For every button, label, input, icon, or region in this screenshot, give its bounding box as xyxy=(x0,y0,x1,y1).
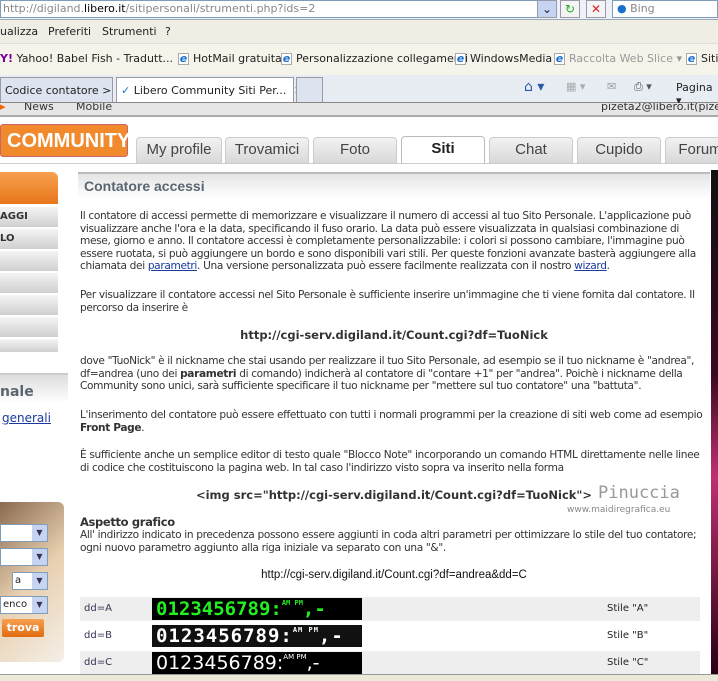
fav-personalizzazione[interactable]: e Personalizzazione collegamenti xyxy=(281,52,468,65)
menu-strumenti[interactable]: Strumenti xyxy=(102,25,157,38)
tab-cupido[interactable]: Cupido xyxy=(577,137,661,163)
paragraph-tuonick: dove "TuoNick" è il nickname che stai us… xyxy=(80,355,695,393)
search-photo-box: ▼ ▼ a ▼ enco ▼ trova xyxy=(0,502,64,662)
chevron-down-icon: ▼ xyxy=(32,597,47,613)
user-email: pizeta2@libero.it(pizeta xyxy=(601,103,718,113)
counter-preview-b: 0123456789:AM PM,- xyxy=(152,625,362,647)
style-row-b: dd=B 0123456789:AM PM,- Stile "B" xyxy=(84,625,649,647)
example-url: http://cgi-serv.digiland.it/Count.cgi?df… xyxy=(261,569,527,581)
tab-forum[interactable]: Forum xyxy=(665,137,718,163)
fav-siti[interactable]: e Siti xyxy=(686,52,718,65)
chevron-down-icon: ▼ xyxy=(32,549,47,565)
fav-windowsmedia[interactable]: e WindowsMedia xyxy=(455,52,552,65)
url-input[interactable]: http://digiland.libero.it/sitipersonali/… xyxy=(0,0,552,18)
refresh-icon[interactable]: ↻ xyxy=(560,0,580,18)
counter-url: http://cgi-serv.digiland.it/Count.cgi?df… xyxy=(240,328,548,342)
menu-bar: ualizza Preferiti Strumenti ? xyxy=(0,20,718,44)
sidebar-header xyxy=(0,172,58,204)
paragraph-path: Per visualizzare il contatore accessi ne… xyxy=(80,289,695,314)
tab-trovamici[interactable]: Trovamici xyxy=(225,137,309,163)
sidebar-section-title: nale xyxy=(0,373,68,403)
ie-icon: e xyxy=(554,52,565,65)
watermark: Pinuccia xyxy=(598,483,680,503)
sidebar-link-generali[interactable]: generali xyxy=(2,411,51,425)
mail-icon[interactable]: ✉ xyxy=(607,80,616,93)
print-icon[interactable]: ⎙ ▾ xyxy=(634,80,652,94)
tab-chat[interactable]: Chat xyxy=(489,137,573,163)
fav-hotmail[interactable]: e HotMail gratuita xyxy=(178,52,282,65)
sidebar-item-3[interactable] xyxy=(0,251,58,272)
style-row-c: dd=C 0123456789:AM PM,- Stile "C" xyxy=(80,651,700,675)
nav-mobile[interactable]: Mobile xyxy=(76,103,112,113)
sidebar-item-4[interactable] xyxy=(0,273,58,294)
chevron-down-icon: ▼ xyxy=(32,525,47,541)
nav-news[interactable]: News xyxy=(24,103,54,113)
paragraph-aspetto: All' indirizzo indicato in precedenza po… xyxy=(80,529,697,554)
search-select-4[interactable]: enco ▼ xyxy=(0,596,48,614)
feeds-icon[interactable]: ▦ ▾ xyxy=(566,80,585,93)
watermark-url: www.maidiregrafica.eu xyxy=(567,505,671,515)
ie-icon: e xyxy=(281,52,292,65)
browser-tab-libero[interactable]: ✓ Libero Community Siti Per... ✕ xyxy=(116,77,303,102)
sidebar-item-5[interactable] xyxy=(0,295,58,316)
search-select-3[interactable]: a ▼ xyxy=(12,572,48,590)
tab-my-profile[interactable]: My profile xyxy=(136,137,222,163)
address-bar: http://digiland.libero.it/sitipersonali/… xyxy=(0,0,718,20)
search-select-1[interactable]: ▼ xyxy=(0,524,48,542)
tab-siti[interactable]: Siti xyxy=(401,136,485,164)
link-parametri[interactable]: parametri xyxy=(148,260,198,272)
ie-icon: e xyxy=(178,52,189,65)
sidebar-item-6[interactable] xyxy=(0,317,58,338)
counter-preview-a: 0123456789:AM PM,- xyxy=(152,598,362,620)
libero-icon: ✓ xyxy=(121,84,131,97)
fav-yahoo[interactable]: Y! Yahoo! Babel Fish - Tradutt... xyxy=(0,52,173,65)
counter-preview-c: 0123456789:AM PM,- xyxy=(152,652,362,674)
sidebar-item-7[interactable] xyxy=(0,339,58,353)
menu-help[interactable]: ? xyxy=(165,25,171,38)
bing-icon: ● xyxy=(617,2,627,15)
search-select-2[interactable]: ▼ xyxy=(0,548,48,566)
url-dropdown-button[interactable]: ⌄ xyxy=(537,0,557,18)
stop-icon[interactable]: ✕ xyxy=(586,0,606,18)
search-button[interactable]: trova xyxy=(2,619,44,637)
style-row-a: dd=A 0123456789:AM PM,- Stile "A" xyxy=(80,597,700,621)
search-input[interactable]: ● Bing xyxy=(612,0,718,18)
ie-icon: e xyxy=(455,52,466,65)
yahoo-icon: Y! xyxy=(0,52,13,65)
browser-tab-bar: Codice contatore > ... ✓ Libero Communit… xyxy=(0,75,718,107)
sidebar-item-2[interactable]: LO xyxy=(0,229,58,250)
paragraph-frontpage: L'inserimento del contatore può essere e… xyxy=(80,409,703,434)
chevron-down-icon: ▼ xyxy=(32,573,47,589)
new-tab-button[interactable] xyxy=(296,77,323,102)
paragraph-intro: Il contatore di accessi permette di memo… xyxy=(80,210,696,273)
menu-visualizza[interactable]: ualizza xyxy=(0,25,38,38)
home-icon[interactable]: ⌂ ▾ xyxy=(524,79,544,95)
community-logo[interactable]: COMMUNITY xyxy=(0,124,130,157)
fav-web-slice[interactable]: e Raccolta Web Slice ▾ xyxy=(554,52,682,65)
favorites-bar: Y! Yahoo! Babel Fish - Tradutt... e HotMa… xyxy=(0,44,718,75)
sidebar-item-messaggi[interactable]: AGGI xyxy=(0,207,58,228)
side-banner-image xyxy=(711,170,718,681)
top-nav: ▸ News Mobile pizeta2@libero.it(pizeta xyxy=(0,103,718,117)
tab-foto[interactable]: Foto xyxy=(313,137,397,163)
status-bar xyxy=(0,674,718,681)
ie-icon: e xyxy=(686,52,697,65)
paragraph-blocconote: È sufficiente anche un semplice editor d… xyxy=(80,449,700,474)
section-aspetto-grafico: Aspetto grafico xyxy=(80,515,175,529)
menu-preferiti[interactable]: Preferiti xyxy=(48,25,91,38)
page-title: Contatore accessi xyxy=(78,172,710,198)
browser-tab-codice[interactable]: Codice contatore > ... xyxy=(0,77,125,102)
link-wizard[interactable]: wizard xyxy=(574,260,607,272)
